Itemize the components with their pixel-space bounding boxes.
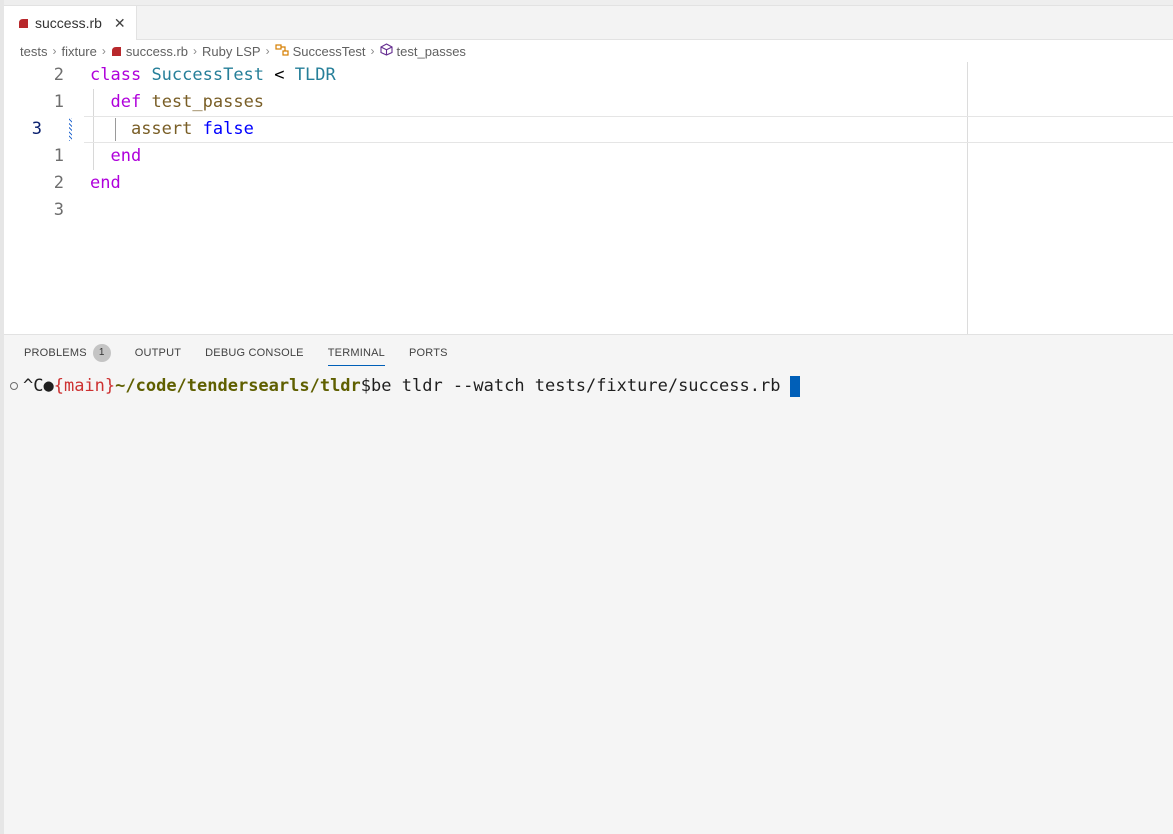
breadcrumb-test-passes[interactable]: test_passes [379,43,466,59]
code-line-current: 3 assert false [4,116,1173,143]
tab-label: PORTS [408,346,448,359]
breadcrumb-ruby-lsp[interactable]: Ruby LSP [202,44,261,59]
literal-token: false [202,119,254,139]
operator-token: < [274,65,285,85]
symbol-class-icon [274,43,289,59]
editor-ruler [967,62,968,335]
breadcrumb-label: fixture [61,43,97,59]
code-text: end [90,143,141,170]
breadcrumb-label: tests [20,43,48,59]
code-editor[interactable]: 2 class SuccessTest < TLDR 1 def test_pa… [4,62,1173,335]
panel-tab-bar: PROBLEMS 1 OUTPUT DEBUG CONSOLE TERMINAL… [4,335,1173,370]
vscode-window: success.rb ✕ tests › fixture › success.r… [0,0,1173,834]
class-name-token: SuccessTest [151,65,265,85]
tab-label: TERMINAL [327,346,385,359]
terminal-prompt-line[interactable]: ^C● {main} ~/code/tendersearls/tldr $ be… [10,373,801,399]
ruby-file-icon [18,18,29,29]
editor-tab-bar: success.rb ✕ [4,6,1173,40]
line-number: 1 [53,92,64,112]
breadcrumb-label: Ruby LSP [202,43,261,59]
git-branch: {main} [53,376,116,396]
line-number: 2 [53,173,64,193]
code-line: 1 end [4,143,967,170]
tab-ports[interactable]: PORTS [409,335,448,370]
method-name-token: test_passes [151,92,265,112]
keyword-token: class [90,65,142,85]
terminal-cursor [790,375,801,397]
tab-terminal[interactable]: TERMINAL [327,335,386,370]
tab-problems[interactable]: PROBLEMS 1 [24,335,111,370]
working-directory: ~/code/tendersearls/tldr [115,376,361,396]
chevron-right-icon: › [101,44,106,58]
line-number: 2 [53,65,64,85]
prompt-symbol: $ [360,376,372,396]
line-number: 3 [31,119,42,139]
code-line: 2 class SuccessTest < TLDR [4,62,967,89]
chevron-right-icon: › [370,44,375,58]
code-line: 3 [4,197,967,224]
tab-output[interactable]: OUTPUT [135,335,181,370]
symbol-method-icon [379,43,393,59]
line-number: 1 [53,146,64,166]
breadcrumb: tests › fixture › success.rb › Ruby LSP … [4,40,1173,62]
tab-label: OUTPUT [134,346,182,359]
keyword-token: def [110,92,142,112]
keyword-token: end [90,173,121,193]
close-icon[interactable]: ✕ [114,15,126,32]
breadcrumb-label: success.rb [125,43,189,59]
breadcrumb-successtest[interactable]: SuccessTest [274,43,366,59]
code-text: assert false [90,116,254,143]
code-text: def test_passes [90,89,264,116]
chevron-right-icon: › [52,44,57,58]
method-call-token: assert [130,119,193,139]
tab-success-rb[interactable]: success.rb ✕ [4,6,137,40]
code-text: end [90,170,121,197]
tab-label: PROBLEMS [24,346,87,359]
code-line: 2 end [4,170,967,197]
command-status-circle-icon[interactable] [10,382,18,390]
code-text: class SuccessTest < TLDR [90,62,336,89]
code-line: 1 def test_passes [4,89,967,116]
breadcrumb-label: SuccessTest [292,43,366,59]
chevron-right-icon: › [193,44,198,58]
breadcrumb-success-rb[interactable]: success.rb [111,44,188,59]
tab-label: DEBUG CONSOLE [205,346,304,359]
tab-debug-console[interactable]: DEBUG CONSOLE [205,335,304,370]
breadcrumb-fixture[interactable]: fixture [61,44,96,59]
modified-line-marker[interactable] [69,118,72,141]
line-number: 3 [53,200,64,220]
breadcrumb-tests[interactable]: tests [20,44,47,59]
chevron-right-icon: › [265,44,270,58]
bottom-panel: PROBLEMS 1 OUTPUT DEBUG CONSOLE TERMINAL… [4,334,1173,834]
ruby-file-icon [111,46,122,57]
terminal-command: be tldr --watch tests/fixture/success.rb [371,376,781,396]
class-name-token: TLDR [294,65,336,85]
breadcrumb-label: test_passes [396,43,466,59]
terminal-prefix: ^C● [23,376,54,396]
problems-count-badge: 1 [92,343,111,362]
keyword-token: end [110,146,142,166]
tab-label: success.rb [35,15,102,31]
